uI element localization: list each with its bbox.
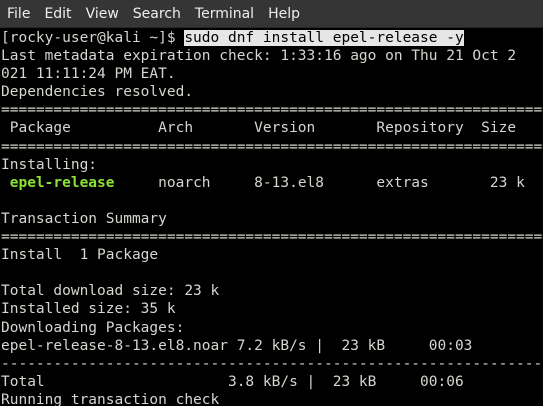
download-progress-row: epel-release-8-13.el8.noar 7.2 kB/s | 23… bbox=[1, 337, 473, 354]
package-row: epel-release noarch 8-13.el8 extras 23 k bbox=[0, 174, 543, 192]
terminal-window: File Edit View Search Terminal Help [roc… bbox=[0, 0, 543, 406]
package-indent bbox=[1, 175, 10, 191]
dependencies-line: Dependencies resolved. bbox=[1, 84, 194, 101]
running-check-line: Running transaction check bbox=[1, 391, 220, 406]
menu-file[interactable]: File bbox=[0, 0, 37, 28]
terminal-scrollbar[interactable] bbox=[539, 28, 543, 406]
command-text: sudo dnf install epel-release -y bbox=[184, 30, 464, 46]
package-name: epel-release bbox=[9, 174, 115, 191]
prompt-line: [rocky-user@kali ~]$ sudo dnf install ep… bbox=[0, 29, 543, 47]
package-details: noarch 8-13.el8 extras 23 k bbox=[114, 174, 525, 191]
menu-bar: File Edit View Search Terminal Help bbox=[0, 0, 543, 28]
transaction-summary-label: Transaction Summary bbox=[1, 210, 167, 227]
shell-prompt: [rocky-user@kali ~]$ bbox=[1, 30, 185, 46]
installed-size-line: Installed size: 35 k bbox=[1, 301, 176, 318]
total-row: Total 3.8 kB/s | 23 kB 00:06 bbox=[1, 373, 464, 390]
menu-edit[interactable]: Edit bbox=[37, 0, 78, 28]
download-size-line: Total download size: 23 k bbox=[1, 283, 220, 300]
menu-help[interactable]: Help bbox=[261, 0, 307, 28]
menu-view[interactable]: View bbox=[79, 0, 126, 28]
metadata-line-2: 021 11:11:24 PM EAT. bbox=[1, 66, 176, 83]
terminal-output[interactable]: [rocky-user@kali ~]$ sudo dnf install ep… bbox=[0, 28, 543, 406]
metadata-line-1: Last metadata expiration check: 1:33:16 … bbox=[1, 48, 517, 65]
install-count-line: Install 1 Package bbox=[1, 247, 159, 264]
menu-terminal[interactable]: Terminal bbox=[188, 0, 261, 28]
rule-line: ========================================… bbox=[1, 138, 543, 155]
installing-label: Installing: bbox=[1, 156, 98, 173]
table-header: Package Arch Version Repository Size bbox=[1, 120, 517, 137]
rule-line: ========================================… bbox=[1, 229, 543, 246]
dash-rule-line: ----------------------------------------… bbox=[1, 355, 543, 372]
rule-line: ========================================… bbox=[1, 102, 543, 119]
downloading-label: Downloading Packages: bbox=[1, 319, 185, 336]
menu-search[interactable]: Search bbox=[126, 0, 188, 28]
